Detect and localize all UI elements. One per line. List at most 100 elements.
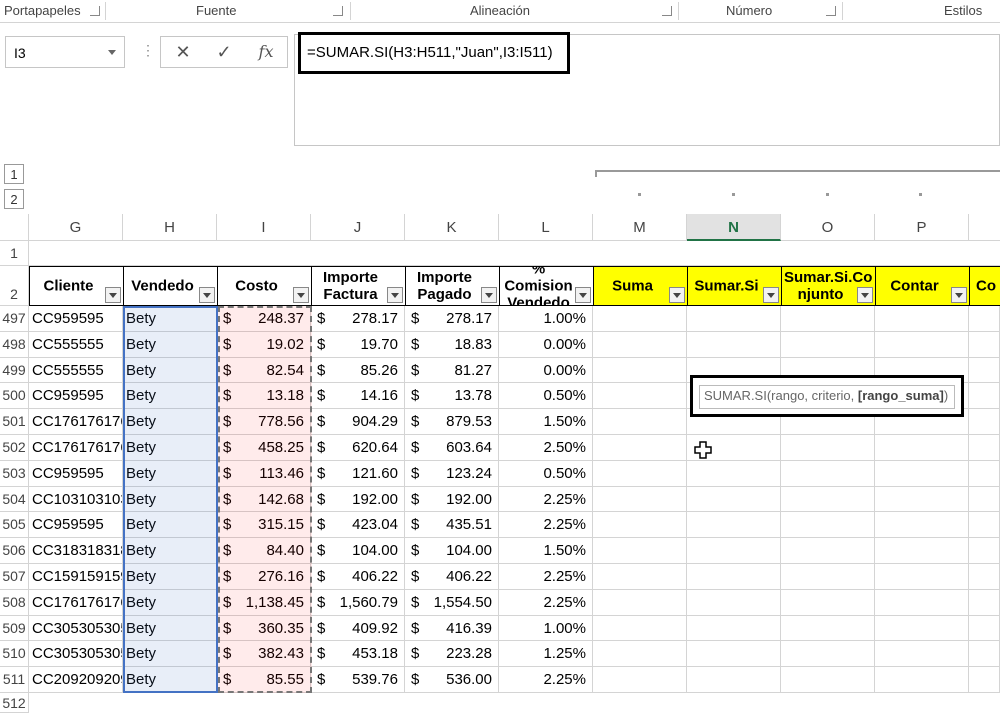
cell-costo[interactable]: $276.16 — [217, 564, 311, 590]
header-suma[interactable]: Suma — [593, 266, 688, 306]
function-signature[interactable]: SUMAR.SI(rango, criterio, [rango_suma]) — [699, 385, 955, 409]
empty-cell[interactable] — [875, 512, 969, 539]
empty-cell[interactable] — [781, 538, 875, 564]
filter-dropdown-icon[interactable] — [293, 287, 309, 303]
empty-cell[interactable] — [781, 486, 875, 513]
empty-cell[interactable] — [593, 486, 687, 513]
empty-cell[interactable] — [687, 512, 781, 539]
cell-importe-factura[interactable]: $1,560.79 — [311, 589, 405, 616]
cell-cliente[interactable]: CC959595 — [29, 460, 123, 487]
cell-importe-factura[interactable]: $539.76 — [311, 667, 405, 693]
column-header-p[interactable]: P — [875, 214, 969, 241]
column-header-g[interactable]: G — [29, 214, 123, 241]
cell-importe-pagado[interactable]: $223.28 — [405, 641, 499, 668]
empty-cell[interactable] — [593, 409, 687, 435]
row-1-empty[interactable] — [29, 241, 1000, 266]
empty-cell[interactable] — [687, 306, 781, 332]
cell-cliente[interactable]: CC305305305 — [29, 641, 123, 668]
cell-vendedor[interactable]: Bety — [123, 641, 217, 668]
filter-dropdown-icon[interactable] — [575, 287, 591, 303]
cell-vendedor[interactable]: Bety — [123, 460, 217, 487]
cell-comision[interactable]: 2.25% — [499, 589, 593, 616]
empty-cell[interactable] — [781, 589, 875, 616]
cell-importe-pagado[interactable]: $81.27 — [405, 357, 499, 384]
cell-comision[interactable]: 0.50% — [499, 460, 593, 487]
row-header[interactable]: 500 — [0, 383, 29, 410]
empty-cell[interactable] — [593, 641, 687, 668]
header-co[interactable]: Co — [969, 266, 1000, 306]
cell-vendedor[interactable]: Bety — [123, 409, 217, 435]
empty-cell[interactable] — [781, 306, 875, 332]
function-signature-optional-arg[interactable]: [rango_suma] — [858, 388, 944, 403]
row-header-1[interactable]: 1 — [0, 241, 29, 266]
cell-costo[interactable]: $82.54 — [217, 357, 311, 384]
empty-cell[interactable] — [781, 667, 875, 693]
row-header-2[interactable]: 2 — [0, 266, 29, 306]
cell-costo[interactable]: $1,138.45 — [217, 589, 311, 616]
cell-cliente[interactable]: CC176176176 — [29, 409, 123, 435]
cell-cliente[interactable]: CC305305305 — [29, 615, 123, 642]
column-header-q[interactable] — [969, 214, 1000, 241]
cell-cliente[interactable]: CC959595 — [29, 512, 123, 539]
row-header[interactable]: 498 — [0, 331, 29, 358]
empty-cell[interactable] — [593, 306, 687, 332]
empty-cell[interactable] — [969, 331, 1000, 358]
empty-cell[interactable] — [875, 486, 969, 513]
empty-cell[interactable] — [687, 667, 781, 693]
column-header-j[interactable]: J — [311, 214, 405, 241]
row-header[interactable]: 508 — [0, 589, 29, 616]
cell-costo[interactable]: $382.43 — [217, 641, 311, 668]
empty-cell[interactable] — [969, 486, 1000, 513]
row-header[interactable]: 497 — [0, 306, 29, 332]
empty-cell[interactable] — [969, 435, 1000, 461]
column-header-m[interactable]: M — [593, 214, 687, 241]
cell-costo[interactable]: $248.37 — [217, 306, 311, 332]
dialog-launcher-icon[interactable] — [826, 6, 836, 16]
cell-comision[interactable]: 0.00% — [499, 331, 593, 358]
cell-costo[interactable]: $142.68 — [217, 486, 311, 513]
cell-cliente[interactable]: CC176176176 — [29, 589, 123, 616]
header-sumar-si[interactable]: Sumar.Si — [687, 266, 782, 306]
cell-importe-factura[interactable]: $192.00 — [311, 486, 405, 513]
empty-cell[interactable] — [781, 641, 875, 668]
empty-cell[interactable] — [593, 383, 687, 410]
cell-importe-factura[interactable]: $85.26 — [311, 357, 405, 384]
cell-importe-factura[interactable]: $121.60 — [311, 460, 405, 487]
empty-cell[interactable] — [969, 383, 1000, 410]
row-header[interactable]: 503 — [0, 460, 29, 487]
empty-cell[interactable] — [875, 564, 969, 590]
chevron-down-icon[interactable] — [108, 50, 116, 55]
cell-vendedor[interactable]: Bety — [123, 383, 217, 410]
cell-importe-factura[interactable]: $409.92 — [311, 615, 405, 642]
cell-comision[interactable]: 2.50% — [499, 435, 593, 461]
cell-costo[interactable]: $360.35 — [217, 615, 311, 642]
cell-importe-pagado[interactable]: $18.83 — [405, 331, 499, 358]
row-header[interactable]: 499 — [0, 357, 29, 384]
cell-importe-pagado[interactable]: $278.17 — [405, 306, 499, 332]
row-header[interactable]: 505 — [0, 512, 29, 539]
filter-dropdown-icon[interactable] — [951, 287, 967, 303]
name-box[interactable]: I3 — [5, 36, 125, 68]
empty-cell[interactable] — [593, 589, 687, 616]
outline-level-1-button[interactable]: 1 — [4, 164, 24, 184]
empty-cell[interactable] — [969, 641, 1000, 668]
cell-cliente[interactable]: CC176176176 — [29, 435, 123, 461]
cell-cliente[interactable]: CC103103103 — [29, 486, 123, 513]
column-header-k[interactable]: K — [405, 214, 499, 241]
empty-cell[interactable] — [593, 564, 687, 590]
fx-icon[interactable]: fx — [247, 37, 285, 67]
column-header-l[interactable]: L — [499, 214, 593, 241]
cell-costo[interactable]: $315.15 — [217, 512, 311, 539]
header-contar[interactable]: Contar — [875, 266, 970, 306]
cell-comision[interactable]: 1.50% — [499, 538, 593, 564]
header-comision-vendedor[interactable]: % Comision Vendedo — [499, 266, 594, 306]
cell-importe-factura[interactable]: $14.16 — [311, 383, 405, 410]
empty-cell[interactable] — [781, 512, 875, 539]
header-importe-factura[interactable]: Importe Factura — [311, 266, 406, 306]
cell-costo[interactable]: $84.40 — [217, 538, 311, 564]
cell-importe-pagado[interactable]: $104.00 — [405, 538, 499, 564]
cell-cliente[interactable]: CC555555 — [29, 357, 123, 384]
cell-importe-pagado[interactable]: $123.24 — [405, 460, 499, 487]
empty-cell[interactable] — [687, 589, 781, 616]
empty-cell[interactable] — [593, 357, 687, 384]
